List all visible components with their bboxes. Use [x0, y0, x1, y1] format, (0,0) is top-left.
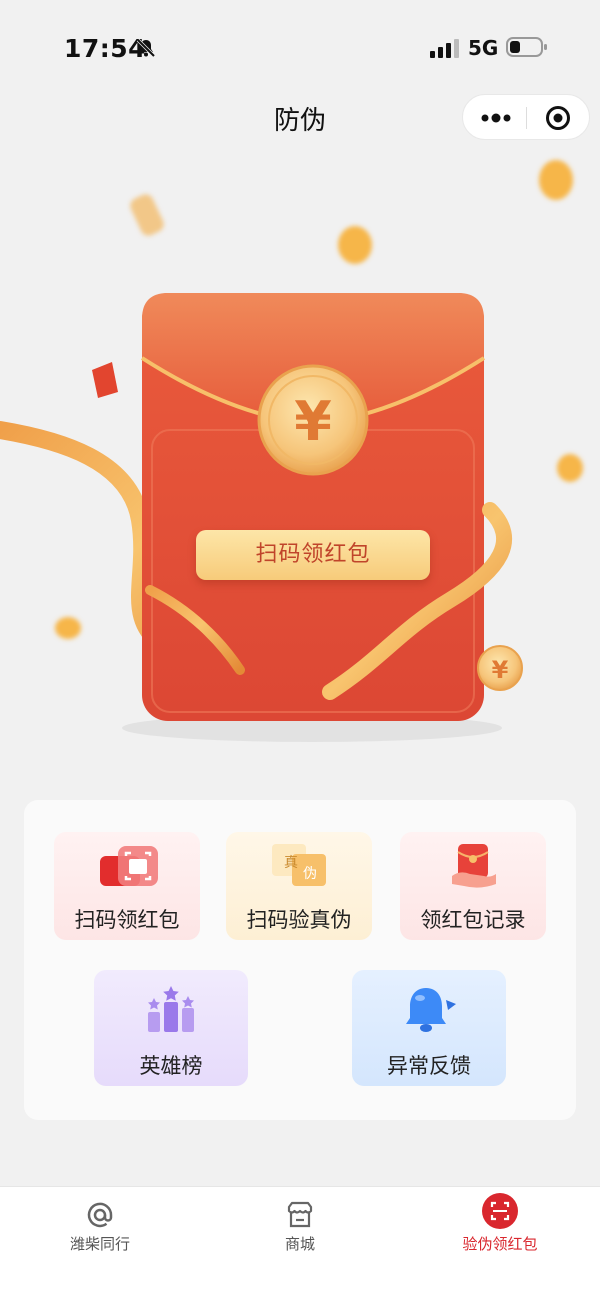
status-bar: 17:54 5G [0, 0, 600, 96]
svg-text:¥: ¥ [294, 390, 332, 453]
network-type: 5G [468, 36, 499, 60]
hero-redpacket: ¥ ¥ 扫码领红包 [0, 150, 600, 770]
red-envelope-illustration: ¥ ¥ [0, 160, 583, 742]
scan-redpacket-hero-button[interactable]: 扫码领红包 [196, 530, 430, 580]
bottom-tab-bar: 潍柴同行 商城 验伪领红包 [0, 1186, 600, 1304]
store-icon [287, 1201, 313, 1228]
tab-label: 商城 [284, 1235, 315, 1253]
menu-label: 英雄榜 [139, 1054, 203, 1078]
capsule-divider [526, 107, 527, 129]
menu-label: 扫码领红包 [74, 908, 180, 932]
tab-weichai-together[interactable]: 潍柴同行 [0, 1187, 200, 1267]
miniprogram-capsule [462, 94, 590, 140]
menu-item-redpacket-record[interactable]: 领红包记录 [400, 832, 546, 940]
menu-label: 扫码验真伪 [246, 908, 352, 932]
menu-item-feedback[interactable]: 异常反馈 [352, 970, 506, 1086]
menu-item-leaderboard[interactable]: 英雄榜 [94, 970, 248, 1086]
status-time: 17:54 [64, 34, 147, 63]
feature-menu-card: 扫码领红包 真 伪 扫码验真伪 领红包记录 英雄榜 异常反馈 [24, 800, 576, 1120]
svg-text:伪: 伪 [303, 866, 317, 882]
verify-authenticity-icon: 真 伪 [272, 844, 326, 886]
tab-verify-redpacket[interactable]: 验伪领红包 [400, 1187, 600, 1267]
scan-icon [482, 1193, 518, 1229]
svg-text:¥: ¥ [492, 656, 509, 684]
scan-redpacket-icon [100, 846, 158, 886]
tab-label: 验伪领红包 [462, 1235, 538, 1253]
leaderboard-icon [148, 986, 194, 1032]
redpacket-record-icon [452, 844, 496, 888]
menu-item-verify[interactable]: 真 伪 扫码验真伪 [226, 832, 372, 940]
more-icon[interactable] [479, 107, 513, 129]
close-target-icon[interactable] [545, 105, 571, 131]
at-icon [87, 1202, 113, 1228]
tab-label: 潍柴同行 [69, 1235, 130, 1253]
signal-icon [430, 39, 459, 58]
feedback-bell-icon [406, 988, 456, 1032]
battery-icon [506, 37, 547, 57]
tab-store[interactable]: 商城 [200, 1187, 400, 1267]
svg-text:真: 真 [284, 855, 298, 871]
menu-label: 领红包记录 [420, 908, 526, 932]
bell-muted-icon [136, 38, 156, 58]
menu-label: 异常反馈 [387, 1054, 471, 1078]
menu-item-scan-redpacket[interactable]: 扫码领红包 [54, 832, 200, 940]
